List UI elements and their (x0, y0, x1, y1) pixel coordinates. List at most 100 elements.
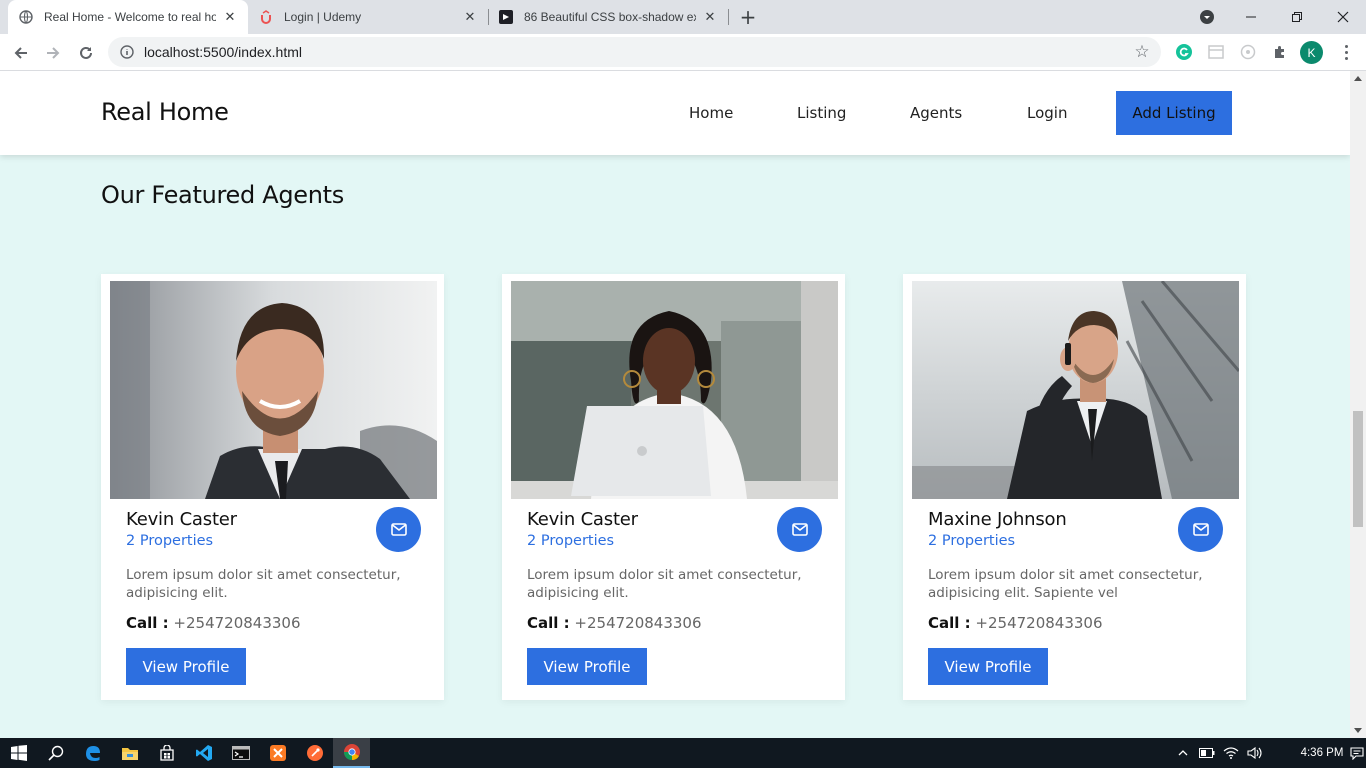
agent-card: Maxine Johnson 2 Properties Lorem ipsum … (903, 274, 1246, 700)
browser-tab-css-shadows[interactable]: 86 Beautiful CSS box-shadow exa ✕ (488, 0, 728, 34)
xampp-icon[interactable] (259, 738, 296, 768)
wifi-icon[interactable] (1220, 738, 1242, 768)
puzzle-icon[interactable] (1270, 42, 1290, 62)
reload-button[interactable] (73, 40, 99, 66)
browser-toolbar: localhost:5500/index.html ☆ K (0, 34, 1366, 71)
call-label: Call : (527, 614, 570, 632)
back-button[interactable] (8, 40, 34, 66)
agent-phone: Call : +254720843306 (126, 614, 301, 632)
agent-properties-link[interactable]: 2 Properties (126, 533, 213, 549)
reload-icon (80, 46, 92, 59)
volume-icon[interactable] (1244, 738, 1266, 768)
view-profile-button[interactable]: View Profile (928, 648, 1048, 685)
email-agent-button[interactable] (777, 507, 822, 552)
call-label: Call : (928, 614, 971, 632)
agent-photo (912, 281, 1239, 499)
url-text: localhost:5500/index.html (144, 44, 302, 60)
agent-name: Kevin Caster (126, 509, 237, 530)
add-listing-button[interactable]: Add Listing (1116, 91, 1232, 135)
windows-taskbar: 4:36 PM (0, 738, 1366, 768)
grammarly-extension-icon[interactable] (1174, 42, 1194, 62)
arrow-right-icon (47, 47, 60, 59)
nav-link-home[interactable]: Home (689, 104, 733, 122)
close-icon (1337, 11, 1349, 23)
browser-tab-real-home[interactable]: Real Home - Welcome to real ho ✕ (8, 0, 248, 34)
view-profile-button[interactable]: View Profile (527, 648, 647, 685)
nav-link-agents[interactable]: Agents (910, 104, 962, 122)
section-title: Our Featured Agents (101, 181, 344, 209)
scroll-down-arrow[interactable] (1354, 728, 1362, 733)
restore-icon (1292, 12, 1302, 22)
page-scrollbar[interactable] (1350, 71, 1366, 738)
browser-tab-udemy[interactable]: Login | Udemy ✕ (248, 0, 488, 34)
chrome-icon[interactable] (333, 738, 370, 768)
terminal-icon[interactable] (222, 738, 259, 768)
scroll-up-arrow[interactable] (1354, 76, 1362, 81)
postman-icon[interactable] (296, 738, 333, 768)
agent-description: Lorem ipsum dolor sit amet consectetur, … (527, 567, 802, 601)
info-icon[interactable] (119, 44, 135, 60)
nav-link-listing[interactable]: Listing (797, 104, 846, 122)
edge-browser-icon[interactable] (74, 738, 111, 768)
envelope-icon (390, 523, 407, 536)
extension-icon[interactable] (1206, 42, 1226, 62)
agent-properties-link[interactable]: 2 Properties (527, 533, 614, 549)
close-tab-icon[interactable]: ✕ (462, 9, 478, 25)
agent-phone: Call : +254720843306 (928, 614, 1103, 632)
profile-avatar[interactable]: K (1300, 41, 1323, 64)
tab-title: Real Home - Welcome to real ho (44, 10, 216, 24)
site-navbar: Real Home Home Listing Agents Login Add … (0, 71, 1350, 155)
envelope-icon (1192, 523, 1209, 536)
phone-number: +254720843306 (574, 614, 702, 632)
agent-photo (110, 281, 437, 499)
agent-properties-link[interactable]: 2 Properties (928, 533, 1015, 549)
taskbar-clock[interactable]: 4:36 PM (1296, 738, 1348, 768)
search-icon[interactable] (37, 738, 74, 768)
battery-icon[interactable] (1196, 738, 1218, 768)
notifications-icon[interactable] (1348, 738, 1366, 768)
address-bar[interactable]: localhost:5500/index.html ☆ (108, 37, 1161, 67)
call-label: Call : (126, 614, 169, 632)
minimize-icon (1246, 16, 1256, 18)
tab-divider (728, 9, 729, 25)
agent-description: Lorem ipsum dolor sit amet consectetur, … (126, 567, 401, 601)
forward-button[interactable] (40, 40, 66, 66)
scrollbar-thumb[interactable] (1353, 411, 1363, 527)
close-tab-icon[interactable]: ✕ (222, 9, 238, 25)
vscode-icon[interactable] (185, 738, 222, 768)
close-window-button[interactable] (1320, 0, 1366, 34)
extension-icon[interactable] (1238, 42, 1258, 62)
tab-search-button[interactable] (1184, 0, 1230, 34)
more-menu-icon[interactable] (1337, 41, 1355, 63)
phone-number: +254720843306 (975, 614, 1103, 632)
restore-button[interactable] (1274, 0, 1320, 34)
agent-phone: Call : +254720843306 (527, 614, 702, 632)
email-agent-button[interactable] (1178, 507, 1223, 552)
minimize-button[interactable] (1228, 0, 1274, 34)
codepen-icon (498, 9, 514, 25)
view-profile-button[interactable]: View Profile (126, 648, 246, 685)
chevron-up-icon[interactable] (1174, 738, 1192, 768)
agent-name: Maxine Johnson (928, 509, 1067, 530)
nav-link-login[interactable]: Login (1027, 104, 1067, 122)
udemy-icon (258, 9, 274, 25)
browser-tab-strip: Real Home - Welcome to real ho ✕ Login |… (0, 0, 1366, 34)
close-tab-icon[interactable]: ✕ (702, 9, 718, 25)
agent-card: Kevin Caster 2 Properties Lorem ipsum do… (101, 274, 444, 700)
agent-description: Lorem ipsum dolor sit amet consectetur, … (928, 567, 1203, 601)
page-viewport: Real Home Home Listing Agents Login Add … (0, 71, 1350, 738)
agent-photo (511, 281, 838, 499)
agent-card: Kevin Caster 2 Properties Lorem ipsum do… (502, 274, 845, 700)
email-agent-button[interactable] (376, 507, 421, 552)
envelope-icon (791, 523, 808, 536)
bookmark-star-icon[interactable]: ☆ (1133, 42, 1151, 62)
new-tab-button[interactable]: + (737, 5, 759, 29)
file-explorer-icon[interactable] (111, 738, 148, 768)
site-logo[interactable]: Real Home (101, 98, 229, 126)
store-icon[interactable] (148, 738, 185, 768)
arrow-left-icon (14, 47, 27, 59)
phone-number: +254720843306 (173, 614, 301, 632)
tab-title: 86 Beautiful CSS box-shadow exa (524, 10, 696, 24)
windows-start-icon[interactable] (0, 738, 37, 768)
agent-name: Kevin Caster (527, 509, 638, 530)
